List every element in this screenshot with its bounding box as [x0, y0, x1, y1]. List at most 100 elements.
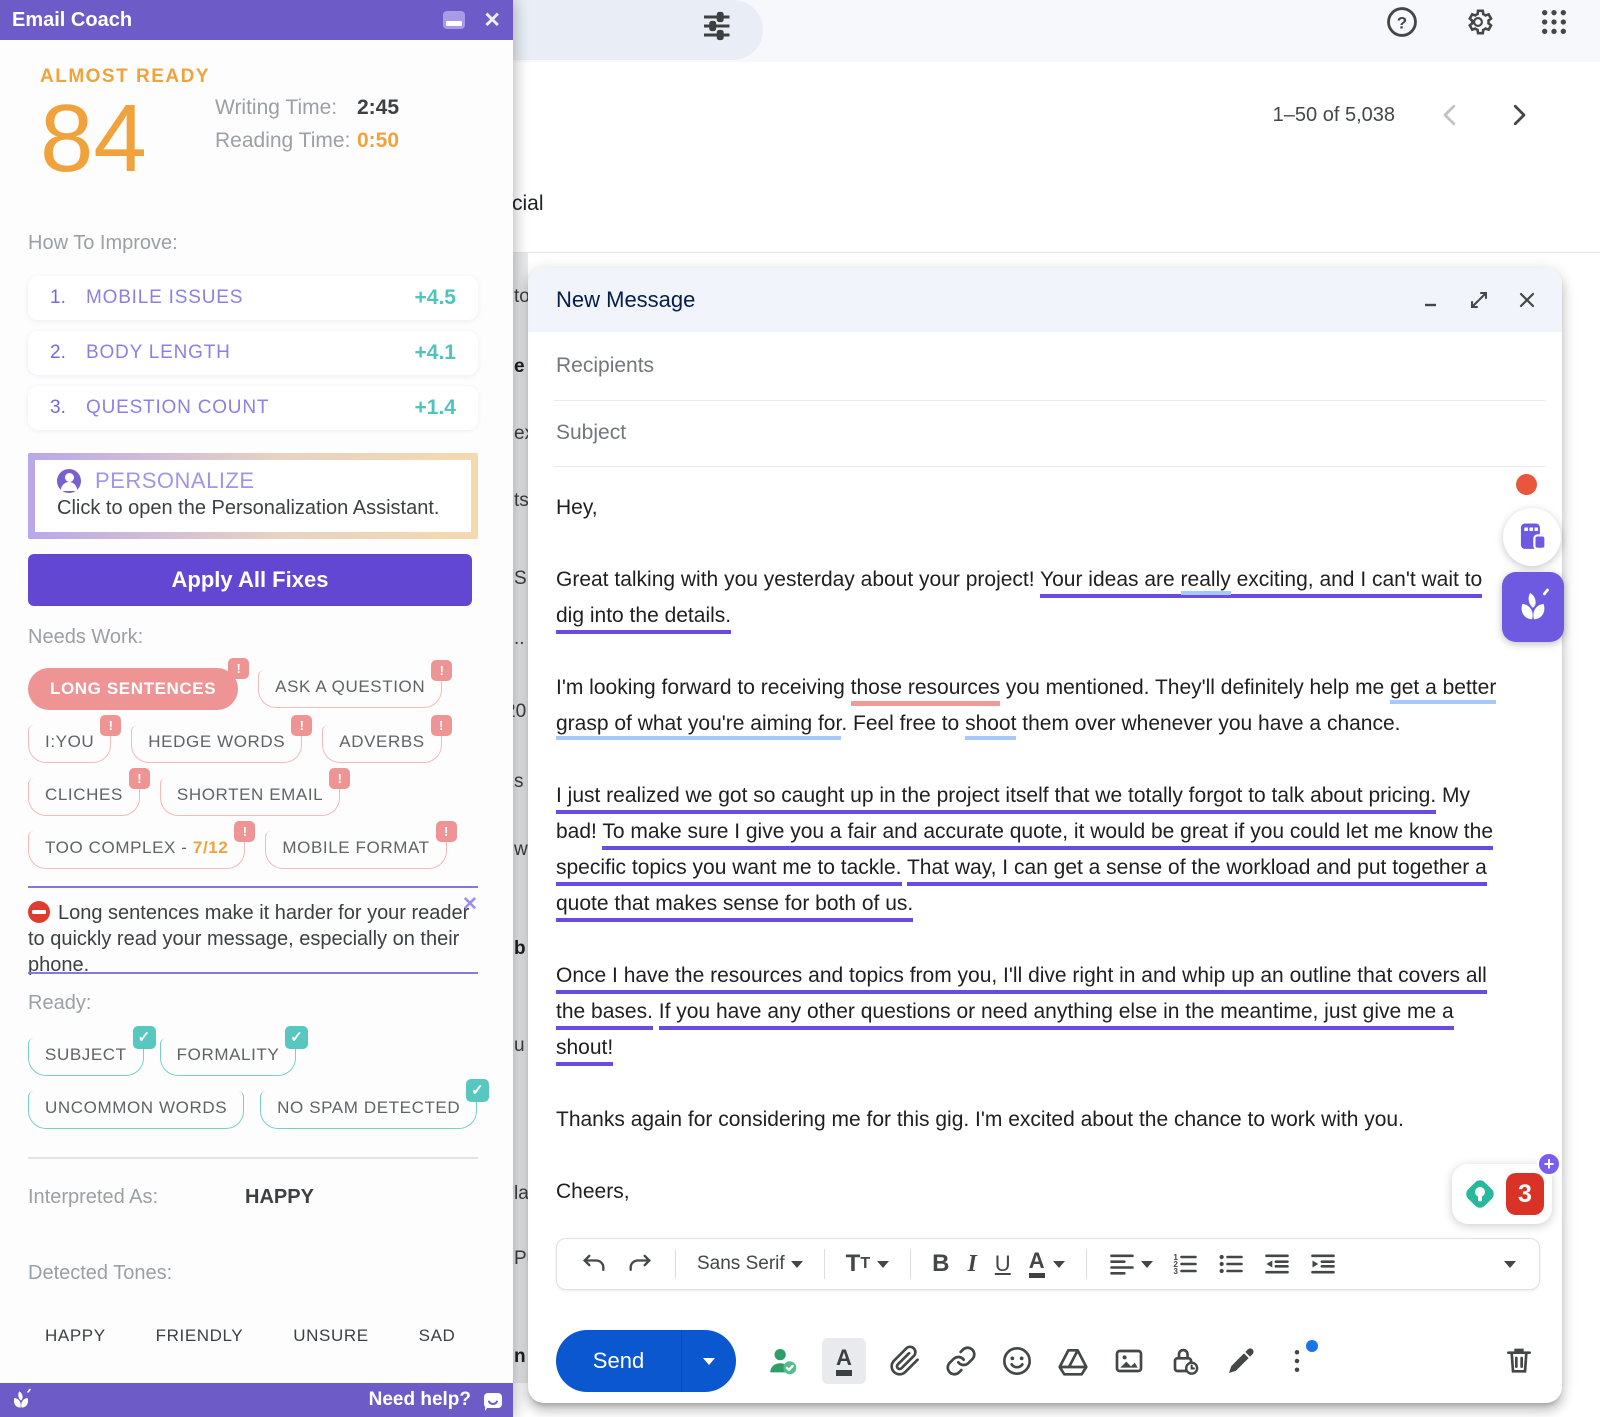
close-icon[interactable]: ✕ [483, 10, 501, 31]
insert-drive-icon[interactable] [1056, 1344, 1090, 1378]
chip-formality[interactable]: FORMALITY ✓ [160, 1038, 297, 1076]
svg-text:3: 3 [1173, 1267, 1178, 1276]
compose-action-bar: A [766, 1330, 1314, 1392]
tones-row: HAPPY FRIENDLY UNSURE SAD [45, 1326, 455, 1346]
improvement-mobile-issues[interactable]: 1. MOBILE ISSUES +4.5 [28, 276, 478, 320]
tone-unsure[interactable]: UNSURE [293, 1326, 368, 1346]
chat-icon[interactable] [481, 1389, 505, 1413]
apps-grid-icon[interactable] [1536, 4, 1572, 40]
dock-panel-icon[interactable] [443, 11, 465, 29]
chip-uncommon-words[interactable]: UNCOMMON WORDS [28, 1091, 244, 1129]
need-help-link[interactable]: Need help? [369, 1389, 471, 1411]
undo-icon[interactable] [571, 1244, 617, 1284]
chip-subject[interactable]: SUBJECT ✓ [28, 1038, 144, 1076]
reading-time-value: 0:50 [357, 129, 399, 153]
chip-mobile-format[interactable]: MOBILE FORMAT ! [265, 831, 446, 869]
suggestion-count-badge[interactable]: 3 [1506, 1173, 1544, 1215]
message-body-editor[interactable]: Hey, Great talking with you yesterday ab… [556, 490, 1508, 1246]
dismiss-warning-icon[interactable]: ✕ [462, 893, 478, 916]
newer-page-icon[interactable] [1435, 100, 1465, 130]
help-icon[interactable]: ? [1384, 4, 1420, 40]
suggestion-highlight: shoot [965, 712, 1016, 740]
italic-button[interactable]: I [958, 1244, 985, 1284]
bold-button[interactable]: B [923, 1244, 958, 1284]
older-page-icon[interactable] [1504, 100, 1534, 130]
email-coach-app-button[interactable] [1502, 572, 1564, 642]
chip-cliches[interactable]: CLICHES ! [28, 778, 140, 816]
improve-heading: How To Improve: [28, 232, 178, 255]
alert-badge: ! [431, 715, 452, 736]
interpreted-value: HAPPY [245, 1186, 314, 1209]
chip-too-complex[interactable]: TOO COMPLEX - 7/12 ! [28, 831, 245, 869]
attach-file-icon[interactable] [888, 1344, 922, 1378]
chip-adverbs[interactable]: ADVERBS ! [322, 725, 441, 763]
text-segment: . Feel free to [841, 712, 965, 735]
tab-social-fragment[interactable]: cial [512, 192, 544, 216]
tone-friendly[interactable]: FRIENDLY [156, 1326, 244, 1346]
personalize-card[interactable]: PERSONALIZE Click to open the Personaliz… [28, 453, 478, 539]
tone-happy[interactable]: HAPPY [45, 1326, 106, 1346]
improvement-body-length[interactable]: 2. BODY LENGTH +4.1 [28, 331, 478, 375]
send-options-button[interactable] [682, 1358, 736, 1365]
chip-label: UNCOMMON WORDS [45, 1098, 227, 1117]
font-size-button[interactable]: T T [837, 1244, 898, 1284]
close-icon[interactable] [1514, 287, 1540, 313]
indent-less-icon[interactable] [1254, 1244, 1300, 1284]
font-family-select[interactable]: Sans Serif [688, 1244, 812, 1284]
add-suggestion-badge[interactable]: + [1537, 1152, 1561, 1176]
minimize-icon[interactable] [1418, 287, 1444, 313]
signature-pen-icon[interactable] [1224, 1344, 1258, 1378]
chip-long-sentences[interactable]: LONG SENTENCES ! [28, 668, 238, 710]
mail-tracking-icon[interactable] [766, 1344, 800, 1378]
insert-link-icon[interactable] [944, 1344, 978, 1378]
redo-icon[interactable] [617, 1244, 663, 1284]
discard-draft-icon[interactable] [1503, 1344, 1537, 1378]
list-fragment: e [514, 356, 525, 378]
lightbulb-icon [1460, 1174, 1500, 1214]
settings-gear-icon[interactable] [1460, 4, 1496, 40]
formatting-toolbar: Sans Serif T T B I U A [556, 1238, 1540, 1290]
templates-icon [1513, 518, 1551, 556]
apply-all-fixes-button[interactable]: Apply All Fixes [28, 554, 472, 606]
suggestions-widget[interactable]: 3 + [1452, 1164, 1552, 1224]
tones-label: Detected Tones: [28, 1262, 172, 1285]
insert-photo-icon[interactable] [1112, 1344, 1146, 1378]
insert-emoji-icon[interactable] [1000, 1344, 1034, 1378]
more-options-icon[interactable] [1280, 1344, 1314, 1378]
improvement-question-count[interactable]: 3. QUESTION COUNT +1.4 [28, 386, 478, 430]
indent-more-icon[interactable] [1300, 1244, 1346, 1284]
bulleted-list-icon[interactable] [1208, 1244, 1254, 1284]
list-fragment: Pu [514, 1248, 528, 1270]
formatting-options-button[interactable]: A [822, 1338, 866, 1384]
chip-no-spam[interactable]: NO SPAM DETECTED ✓ [260, 1091, 477, 1129]
confidential-mode-icon[interactable] [1168, 1344, 1202, 1378]
align-button[interactable] [1099, 1244, 1162, 1284]
body-paragraph: Thanks again for considering me for this… [556, 1102, 1508, 1138]
text-segment: Thanks again for considering me for this… [556, 1108, 1404, 1131]
more-formatting-icon[interactable] [1495, 1244, 1525, 1284]
compose-header[interactable]: New Message [528, 268, 1562, 332]
chip-i-you[interactable]: I:YOU ! [28, 725, 111, 763]
chip-ask-a-question[interactable]: ASK A QUESTION ! [258, 670, 442, 708]
subject-field[interactable]: Subject [528, 400, 1562, 466]
chip-shorten-email[interactable]: SHORTEN EMAIL ! [160, 778, 340, 816]
alert-badge: ! [436, 821, 457, 842]
recipients-field[interactable]: Recipients [528, 332, 1562, 400]
coach-title: Email Coach [12, 9, 132, 32]
tabs-divider [513, 252, 1600, 253]
chip-hedge-words[interactable]: HEDGE WORDS ! [131, 725, 302, 763]
templates-button[interactable] [1503, 508, 1561, 566]
popout-icon[interactable] [1466, 287, 1492, 313]
label: BODY LENGTH [86, 342, 415, 364]
list-fragment: s [514, 771, 524, 793]
underline-button[interactable]: U [986, 1244, 1020, 1284]
chip-label: TOO COMPLEX - [45, 838, 193, 857]
text-segment: you mentioned. They'll definitely help m… [1000, 676, 1390, 699]
send-button[interactable]: Send [556, 1348, 681, 1374]
numbered-list-icon[interactable]: 123 [1162, 1244, 1208, 1284]
chip-label: SUBJECT [45, 1045, 127, 1064]
body-paragraph: Cheers, [556, 1174, 1508, 1210]
search-filter-icon[interactable] [698, 8, 734, 44]
tone-sad[interactable]: SAD [419, 1326, 456, 1346]
text-color-button[interactable]: A [1020, 1244, 1074, 1284]
